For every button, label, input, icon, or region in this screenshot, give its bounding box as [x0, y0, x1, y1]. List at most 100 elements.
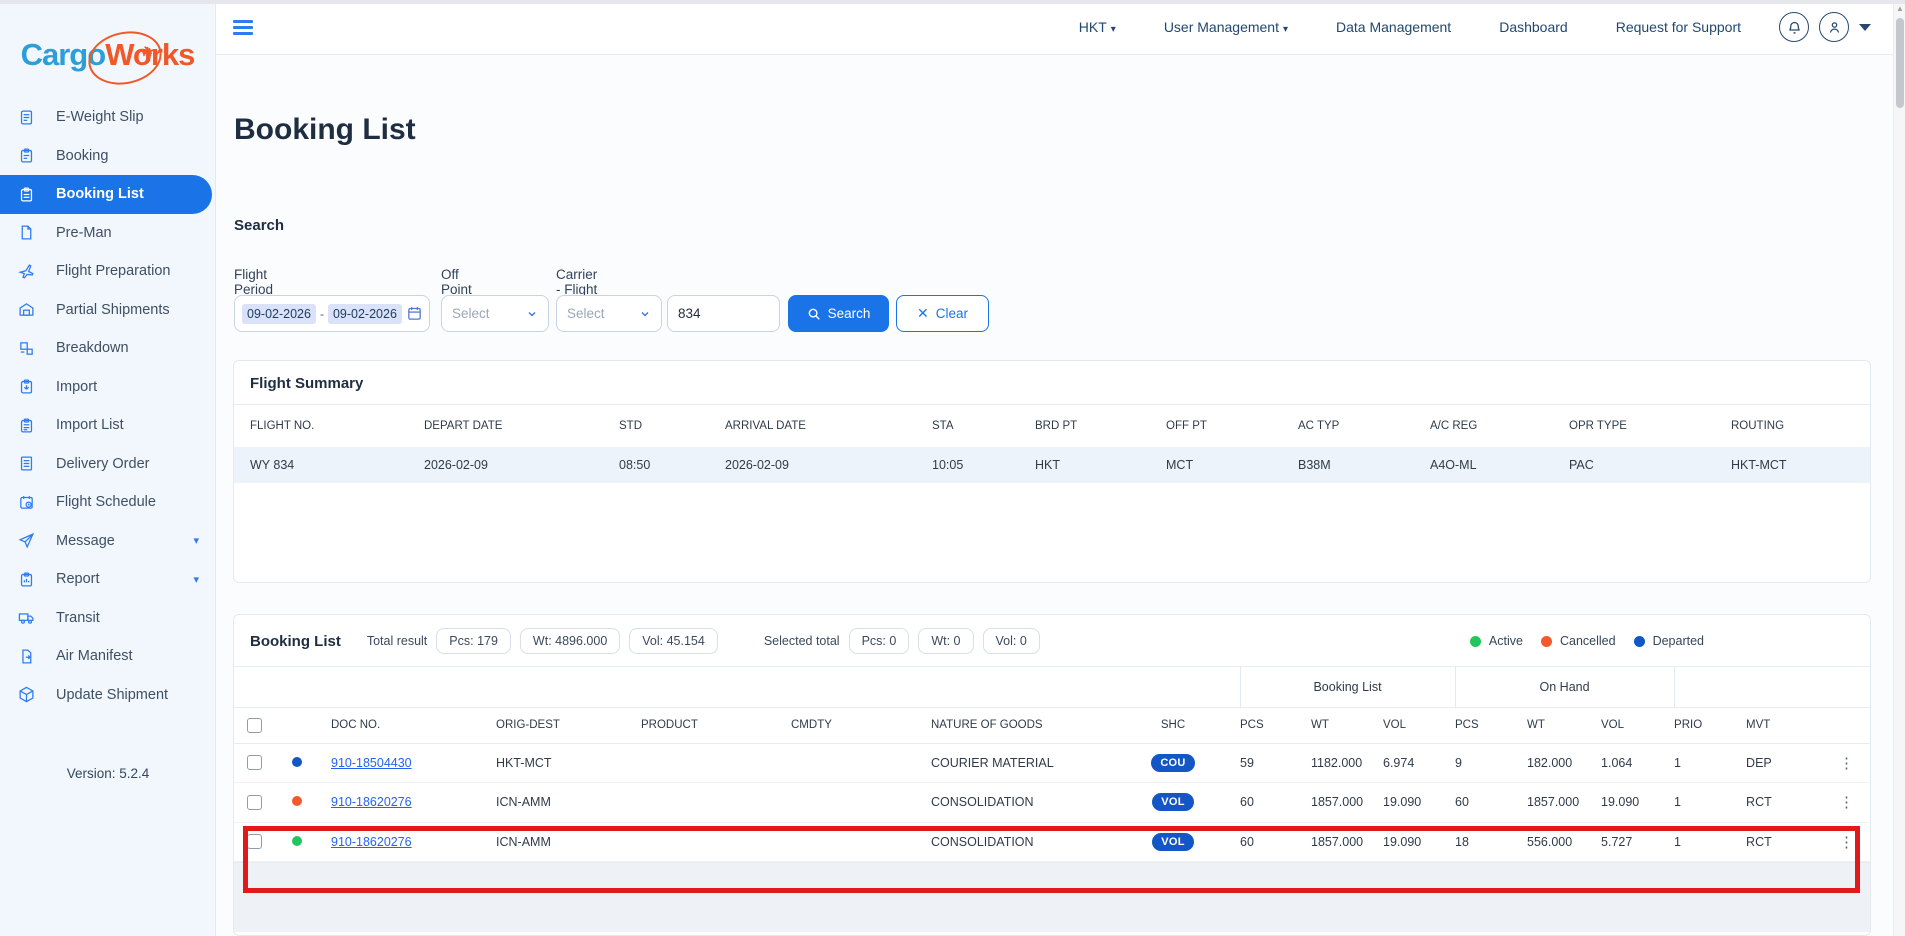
prio-value: 1 — [1674, 743, 1746, 783]
bl-pcs-value: 60 — [1240, 822, 1311, 862]
std-value: 08:50 — [619, 447, 725, 483]
doc-no-link[interactable]: 910-18504430 — [331, 756, 412, 770]
plane-icon — [18, 262, 36, 280]
booking-list-card: Booking List Total result Pcs: 179 Wt: 4… — [233, 614, 1871, 936]
product-value — [641, 783, 791, 823]
sidebar-item-e-weight-slip[interactable]: E-Weight Slip — [0, 98, 215, 137]
flight-no-input[interactable] — [667, 295, 780, 332]
nav-request-support[interactable]: Request for Support — [1616, 19, 1741, 35]
selected-total-label: Selected total — [764, 634, 840, 648]
sidebar-item-label: Partial Shipments — [56, 302, 170, 318]
chevron-down-icon: ▾ — [1283, 24, 1288, 35]
mvt-value: RCT — [1746, 783, 1831, 823]
row-checkbox[interactable] — [247, 795, 262, 810]
sidebar-item-label: Transit — [56, 610, 100, 626]
total-pcs-badge: Pcs: 179 — [436, 628, 511, 654]
selected-wt-badge: Wt: 0 — [918, 628, 973, 654]
sidebar-item-partial-shipments[interactable]: Partial Shipments — [0, 291, 215, 330]
row-actions-menu-icon[interactable]: ⋮ — [1831, 794, 1854, 811]
orig-dest-value: HKT-MCT — [496, 743, 641, 783]
sidebar-item-booking[interactable]: Booking — [0, 137, 215, 176]
date-to-value[interactable]: 09-02-2026 — [328, 304, 402, 324]
nav-dashboard[interactable]: Dashboard — [1499, 19, 1568, 35]
app-version: Version: 5.2.4 — [0, 766, 216, 781]
vertical-scrollbar[interactable]: ▲ — [1893, 0, 1905, 936]
sidebar-item-flight-preparation[interactable]: Flight Preparation — [0, 252, 215, 291]
orig-dest-value: ICN-AMM — [496, 822, 641, 862]
selected-vol-badge: Vol: 0 — [983, 628, 1040, 654]
table-row[interactable]: 910-18504430 HKT-MCT COURIER MATERIAL CO… — [234, 743, 1871, 783]
routing-value: HKT-MCT — [1731, 447, 1870, 483]
doc-no-link[interactable]: 910-18620276 — [331, 795, 412, 809]
page-arrow-icon — [18, 647, 36, 665]
grid-icon — [18, 339, 36, 357]
row-actions-menu-icon[interactable]: ⋮ — [1831, 755, 1854, 772]
col-prio: PRIO — [1674, 707, 1746, 743]
col-orig-dest: ORIG-DEST — [496, 707, 641, 743]
scroll-up-arrow[interactable]: ▲ — [1896, 4, 1904, 13]
booking-list-title: Booking List — [250, 633, 341, 650]
group-header-on-hand: On Hand — [1455, 667, 1674, 707]
row-checkbox[interactable] — [247, 834, 262, 849]
notifications-button[interactable] — [1779, 12, 1809, 42]
app-logo: CargoWorks ✈ — [0, 26, 215, 84]
sidebar-item-import[interactable]: Import — [0, 368, 215, 407]
nav-data-management[interactable]: Data Management — [1336, 19, 1451, 35]
document-icon — [18, 224, 36, 242]
receipt-icon — [18, 455, 36, 473]
group-header-booking-list: Booking List — [1240, 667, 1455, 707]
warehouse-icon — [18, 301, 36, 319]
sidebar-item-pre-man[interactable]: Pre-Man — [0, 214, 215, 253]
calendar-icon[interactable] — [406, 305, 423, 322]
sidebar-item-report[interactable]: Report ▾ — [0, 560, 215, 599]
search-button[interactable]: Search — [788, 295, 889, 332]
profile-menu-caret[interactable] — [1859, 24, 1871, 31]
col-sta: STA — [932, 405, 1035, 447]
menu-toggle-icon[interactable] — [233, 20, 253, 35]
row-checkbox[interactable] — [247, 755, 262, 770]
ac-reg-value: A4O-ML — [1430, 447, 1569, 483]
nav-user-management[interactable]: User Management▾ — [1164, 19, 1288, 35]
flight-period-input[interactable]: 09-02-2026 - 09-02-2026 — [234, 295, 430, 332]
cube-icon — [18, 686, 36, 704]
select-all-checkbox[interactable] — [247, 718, 262, 733]
col-nature-of-goods: NATURE OF GOODS — [931, 707, 1106, 743]
carrier-select[interactable]: Select — [556, 295, 662, 332]
col-oh-vol: VOL — [1601, 707, 1674, 743]
sidebar-item-import-list[interactable]: Import List — [0, 406, 215, 445]
group-header-row: Booking List On Hand — [234, 667, 1871, 707]
doc-no-link[interactable]: 910-18620276 — [331, 835, 412, 849]
legend-departed-label: Departed — [1653, 634, 1704, 648]
station-selector[interactable]: HKT▾ — [1079, 19, 1116, 35]
table-row[interactable]: 910-18620276 ICN-AMM CONSOLIDATION VOL 6… — [234, 783, 1871, 823]
window-top-edge — [0, 0, 1905, 4]
status-dot-departed — [292, 757, 302, 767]
sidebar-item-update-shipment[interactable]: Update Shipment — [0, 676, 215, 715]
close-icon: ✕ — [917, 305, 929, 322]
total-vol-badge: Vol: 45.154 — [629, 628, 718, 654]
scrollbar-thumb[interactable] — [1896, 18, 1904, 108]
date-from-value[interactable]: 09-02-2026 — [242, 304, 316, 324]
col-routing: ROUTING — [1731, 405, 1870, 447]
arrival-date-value: 2026-02-09 — [725, 447, 932, 483]
sidebar-item-transit[interactable]: Transit — [0, 599, 215, 638]
sidebar-item-label: Update Shipment — [56, 687, 168, 703]
sidebar-item-booking-list[interactable]: Booking List — [0, 175, 212, 214]
sidebar-item-breakdown[interactable]: Breakdown — [0, 329, 215, 368]
sidebar-item-message[interactable]: Message ▾ — [0, 522, 215, 561]
col-off-pt: OFF PT — [1166, 405, 1298, 447]
chevron-down-icon: ▾ — [1111, 24, 1116, 35]
nature-of-goods-value: CONSOLIDATION — [931, 822, 1106, 862]
cancelled-dot — [1541, 636, 1552, 647]
sidebar-item-air-manifest[interactable]: Air Manifest — [0, 637, 215, 676]
profile-button[interactable] — [1819, 12, 1849, 42]
off-point-select[interactable]: Select — [441, 295, 549, 332]
sidebar-item-delivery-order[interactable]: Delivery Order — [0, 445, 215, 484]
sidebar-item-flight-schedule[interactable]: Flight Schedule — [0, 483, 215, 522]
flight-summary-row[interactable]: WY 834 2026-02-09 08:50 2026-02-09 10:05… — [234, 447, 1870, 483]
search-icon — [807, 307, 821, 321]
row-actions-menu-icon[interactable]: ⋮ — [1831, 834, 1854, 851]
table-row-highlighted[interactable]: 910-18620276 ICN-AMM CONSOLIDATION VOL 6… — [234, 822, 1871, 862]
clear-button[interactable]: ✕Clear — [896, 295, 989, 332]
shc-badge: VOL — [1152, 833, 1194, 851]
